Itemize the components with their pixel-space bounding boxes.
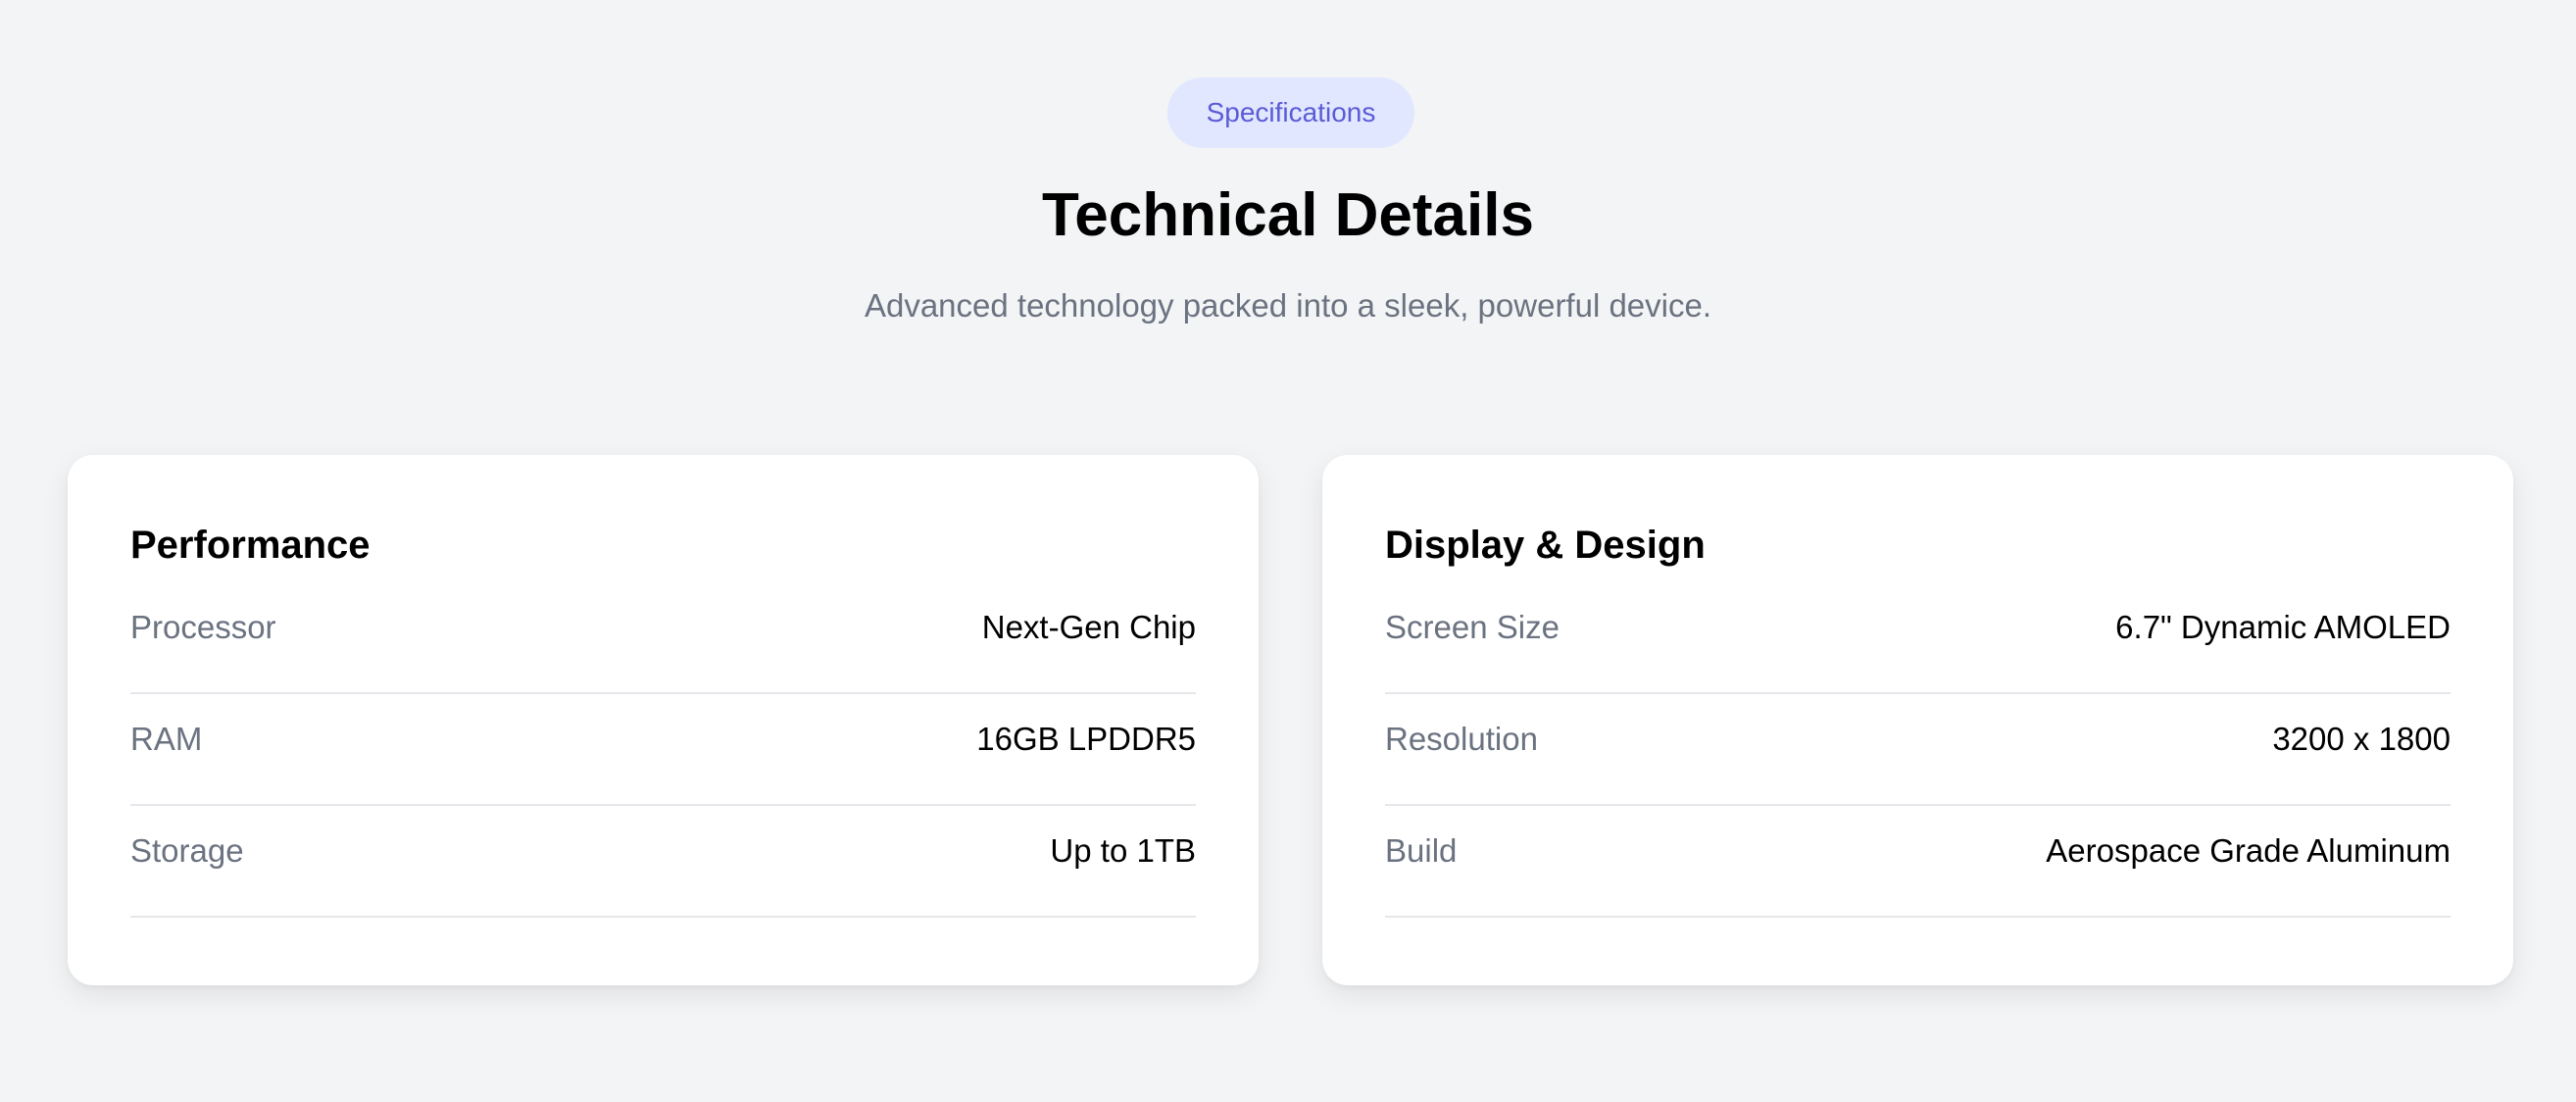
spec-row-processor: Processor Next-Gen Chip	[130, 582, 1196, 694]
spec-list: Screen Size 6.7" Dynamic AMOLED Resoluti…	[1385, 592, 2451, 918]
spec-label: Storage	[130, 832, 244, 869]
spec-row-ram: RAM 16GB LPDDR5	[130, 694, 1196, 806]
card-title: Performance	[130, 524, 371, 567]
spec-label: RAM	[130, 721, 203, 757]
spec-label: Processor	[130, 609, 276, 645]
spec-label: Resolution	[1385, 721, 1538, 757]
spec-row-screen-size: Screen Size 6.7" Dynamic AMOLED	[1385, 582, 2451, 694]
card-title: Display & Design	[1385, 524, 1706, 567]
spec-list: Processor Next-Gen Chip RAM 16GB LPDDR5 …	[130, 592, 1196, 918]
spec-label: Screen Size	[1385, 609, 1560, 645]
spec-row-storage: Storage Up to 1TB	[130, 806, 1196, 918]
page-title: Technical Details	[1042, 181, 1534, 249]
spec-value: Next-Gen Chip	[981, 609, 1196, 645]
display-design-card: Display & Design Screen Size 6.7" Dynami…	[1322, 455, 2513, 985]
spec-row-resolution: Resolution 3200 x 1800	[1385, 694, 2451, 806]
spec-value: 6.7" Dynamic AMOLED	[2115, 609, 2451, 645]
performance-card: Performance Processor Next-Gen Chip RAM …	[68, 455, 1259, 985]
spec-value: 16GB LPDDR5	[976, 721, 1196, 757]
spec-value: Up to 1TB	[1050, 832, 1196, 869]
spec-row-build: Build Aerospace Grade Aluminum	[1385, 806, 2451, 918]
section-badge: Specifications	[1167, 77, 1414, 148]
spec-value: Aerospace Grade Aluminum	[2046, 832, 2451, 869]
spec-value: 3200 x 1800	[2272, 721, 2451, 757]
page-subtitle: Advanced technology packed into a sleek,…	[864, 287, 1712, 324]
spec-label: Build	[1385, 832, 1458, 869]
